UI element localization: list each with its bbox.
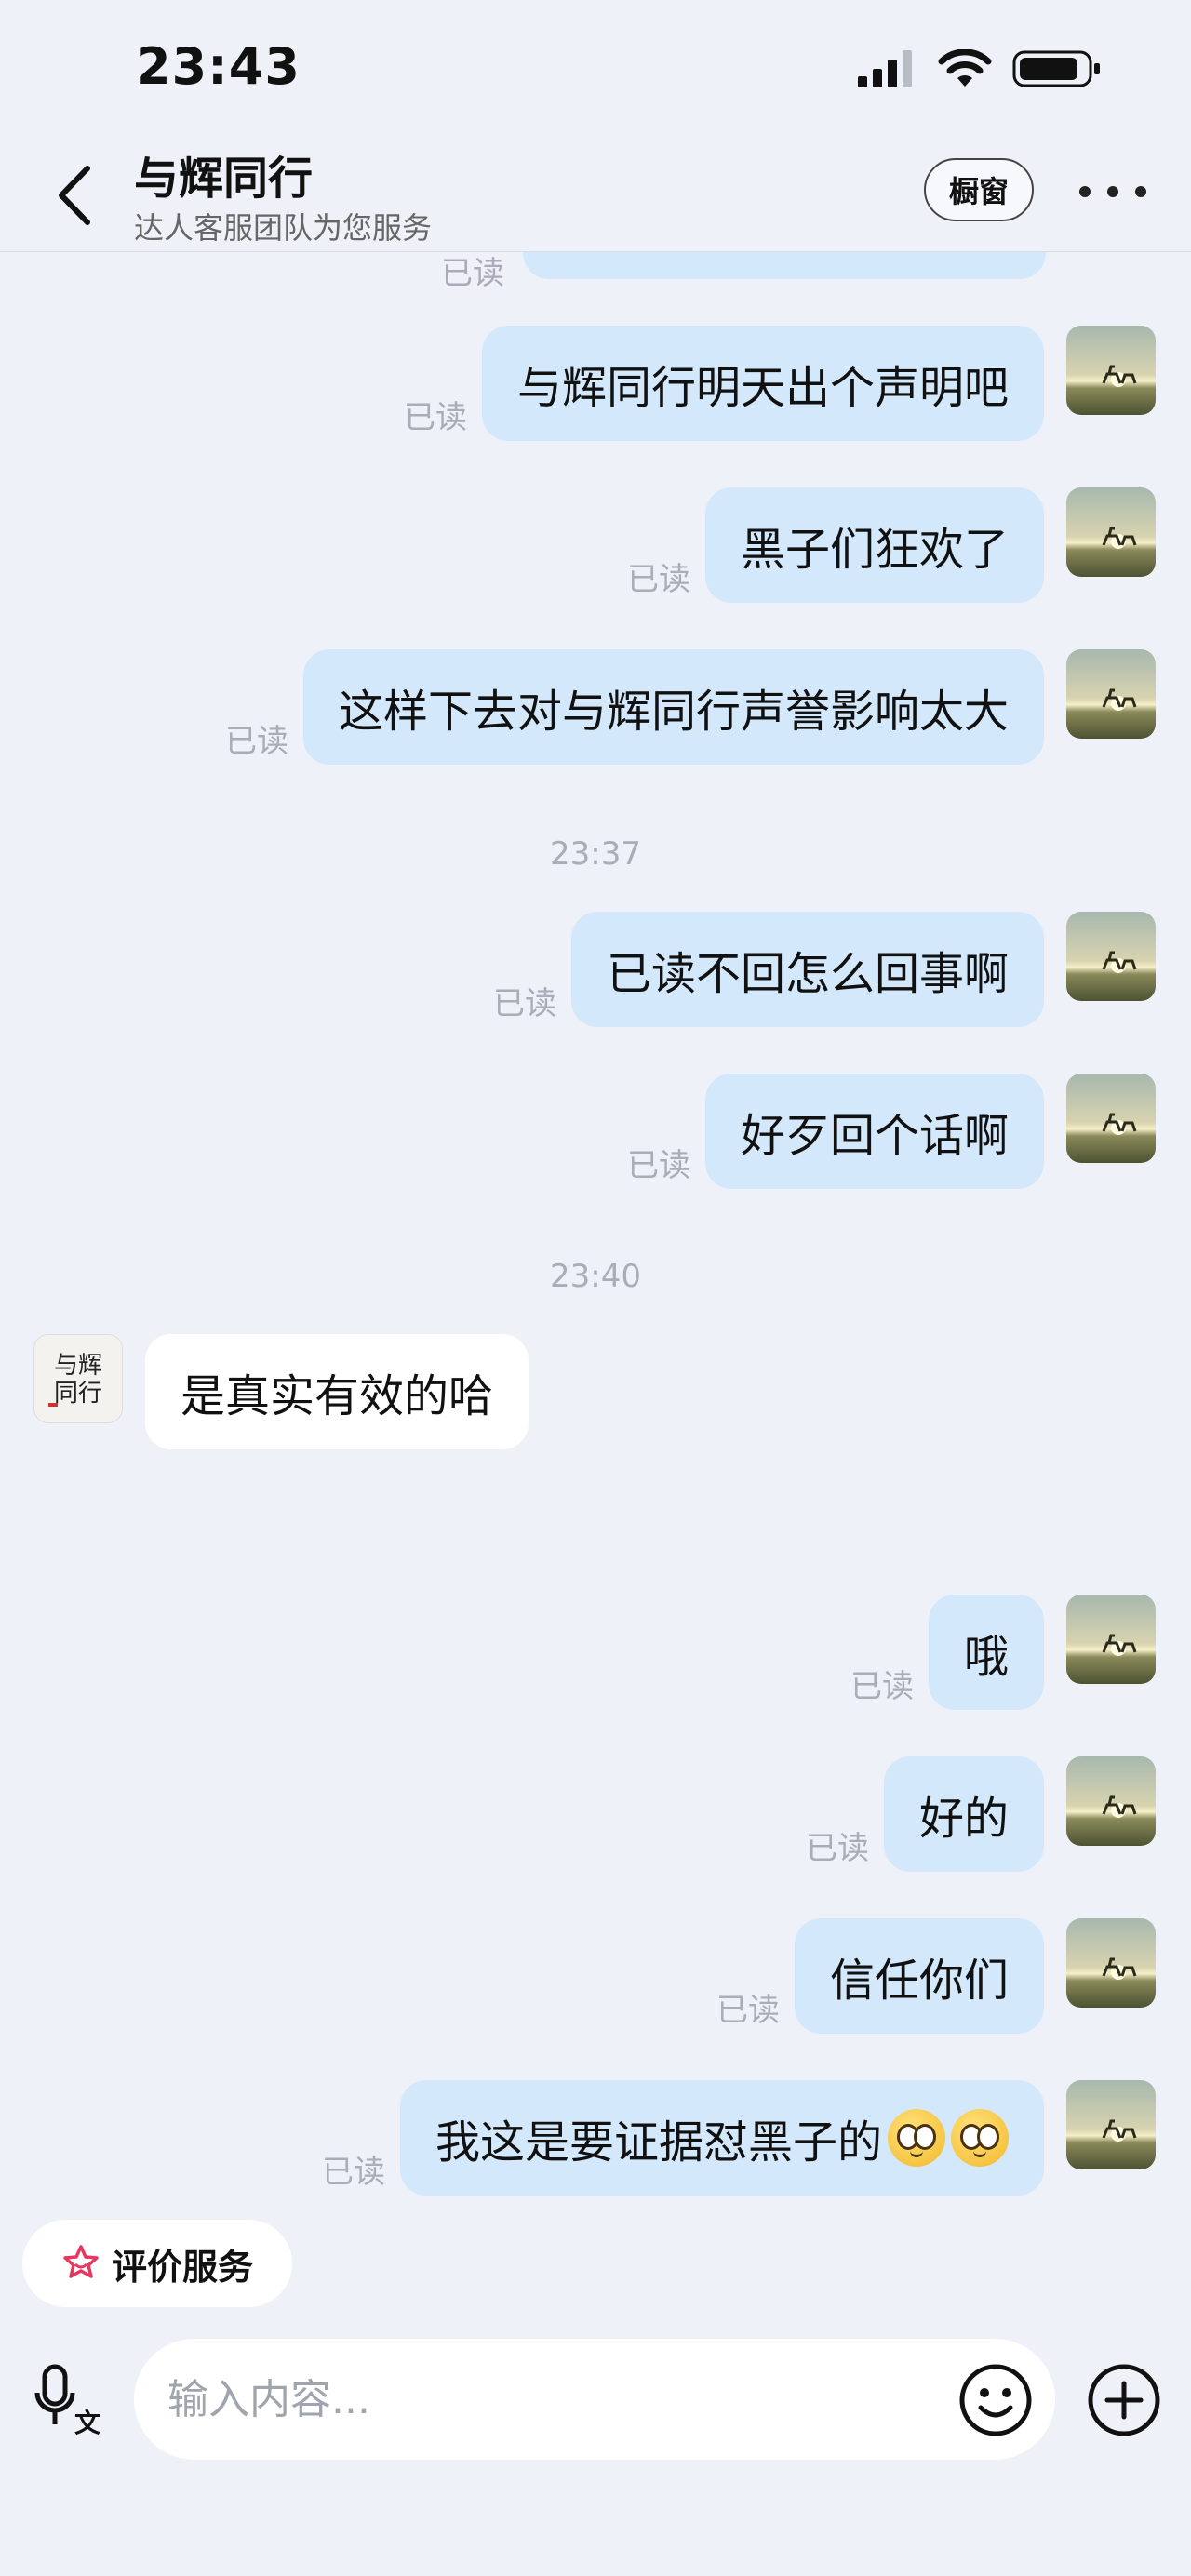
rate-service-label: 评价服务 (111, 2246, 253, 2288)
message-row-incoming: 与辉 同行 是真实有效的哈 (33, 1334, 529, 1449)
back-button[interactable] (47, 158, 102, 233)
chat-title: 与辉同行 (134, 153, 314, 205)
message-bubble[interactable]: 与辉同行明天出个声明吧 (481, 326, 1044, 441)
message-bubble[interactable]: 好歹回个话啊 (704, 1074, 1044, 1189)
message-row-outgoing: 已读 与辉同行明天出个声明吧 (404, 326, 1156, 441)
status-bar: 23:43 (0, 0, 1191, 140)
cellular-signal-icon (858, 50, 912, 87)
user-avatar[interactable] (1066, 912, 1156, 1001)
user-avatar[interactable] (1066, 326, 1156, 415)
chat-header: 与辉同行 达人客服团队为您服务 橱窗 (0, 140, 1191, 252)
voice-text-badge: 文 (74, 2408, 100, 2437)
message-bubble[interactable]: 已读不回怎么回事啊 (570, 912, 1044, 1027)
microphone-icon: 文 (34, 2364, 100, 2438)
read-receipt: 已读 (224, 723, 288, 760)
read-receipt: 已读 (850, 1668, 914, 1705)
more-options-button[interactable] (1079, 164, 1146, 220)
more-dot-icon (1079, 186, 1091, 197)
smile-emoji-icon (888, 2109, 945, 2167)
read-receipt: 已读 (441, 255, 504, 292)
add-attachment-button[interactable] (1087, 2363, 1161, 2437)
smiley-icon (959, 2364, 1032, 2436)
chevron-left-icon (59, 166, 90, 225)
battery-icon (1012, 50, 1100, 87)
message-bubble[interactable]: 黑子们狂欢了 (704, 487, 1044, 603)
message-input[interactable] (134, 2339, 1055, 2460)
status-icons (858, 48, 1102, 89)
timestamp: 23:37 (550, 835, 641, 873)
smile-emoji-icon (951, 2109, 1009, 2167)
shop-logo-icon: 与辉 同行 (48, 1352, 102, 1408)
user-avatar[interactable] (1066, 649, 1156, 739)
input-bar: 文 (0, 2326, 1191, 2475)
user-avatar[interactable] (1066, 1756, 1156, 1846)
message-bubble[interactable]: 这样下去对与辉同行声誉影响太大 (302, 649, 1044, 765)
status-time: 23:43 (136, 37, 301, 96)
read-receipt: 已读 (805, 1830, 869, 1867)
message-text: 我这是要证据怼黑子的 (435, 2116, 882, 2169)
message-row-outgoing: 已读 我这是要证据怼黑子的 (322, 2080, 1156, 2196)
message-bubble[interactable]: 信任你们 (794, 1918, 1044, 2034)
more-dot-icon (1107, 186, 1118, 197)
message-bubble[interactable]: 好的 (883, 1756, 1044, 1872)
user-avatar[interactable] (1066, 487, 1156, 577)
read-receipt: 已读 (403, 399, 467, 436)
chat-subtitle: 达人客服团队为您服务 (134, 210, 433, 246)
message-bubble[interactable]: 哦 (928, 1595, 1044, 1710)
voice-to-text-button[interactable]: 文 (33, 2363, 108, 2438)
user-avatar[interactable] (1066, 1918, 1156, 2008)
message-row-outgoing: 已读 好的 (806, 1756, 1156, 1872)
chat-message-list[interactable]: 已读 已读 与辉同行明天出个声明吧 已读 黑子们狂欢了 已读 这样下去对与辉同行… (0, 251, 1191, 2214)
message-row-outgoing: 已读 哦 (850, 1595, 1156, 1710)
svg-text:同行: 同行 (54, 1380, 102, 1408)
more-dot-icon (1135, 186, 1146, 197)
message-row-outgoing: 已读 好歹回个话啊 (627, 1074, 1156, 1189)
user-avatar[interactable] (1066, 1595, 1156, 1684)
read-receipt: 已读 (626, 1147, 690, 1184)
read-receipt: 已读 (492, 985, 556, 1022)
emoji-button[interactable] (958, 2363, 1033, 2437)
message-row-outgoing: 已读 已读不回怎么回事啊 (493, 912, 1156, 1027)
user-avatar[interactable] (1066, 1074, 1156, 1163)
rate-service-button[interactable]: 评价服务 (22, 2220, 292, 2307)
wifi-icon (938, 49, 992, 87)
message-row-outgoing: 已读 信任你们 (716, 1918, 1156, 2034)
svg-text:与辉: 与辉 (54, 1352, 102, 1380)
user-avatar[interactable] (1066, 2080, 1156, 2169)
read-receipt: 已读 (321, 2154, 385, 2191)
message-bubble[interactable]: 是真实有效的哈 (145, 1334, 529, 1449)
star-badge-icon (63, 2245, 99, 2278)
message-row-outgoing: 已读 这样下去对与辉同行声誉影响太大 (225, 649, 1156, 765)
plus-circle-icon (1088, 2364, 1160, 2436)
shop-avatar[interactable]: 与辉 同行 (33, 1334, 123, 1423)
message-row-outgoing: 已读 黑子们狂欢了 (627, 487, 1156, 603)
message-bubble-partial (523, 251, 1046, 279)
timestamp: 23:40 (550, 1258, 641, 1295)
message-bubble[interactable]: 我这是要证据怼黑子的 (399, 2080, 1044, 2196)
read-receipt: 已读 (716, 1992, 780, 2029)
read-receipt: 已读 (626, 561, 690, 598)
showcase-button[interactable]: 橱窗 (924, 158, 1034, 221)
